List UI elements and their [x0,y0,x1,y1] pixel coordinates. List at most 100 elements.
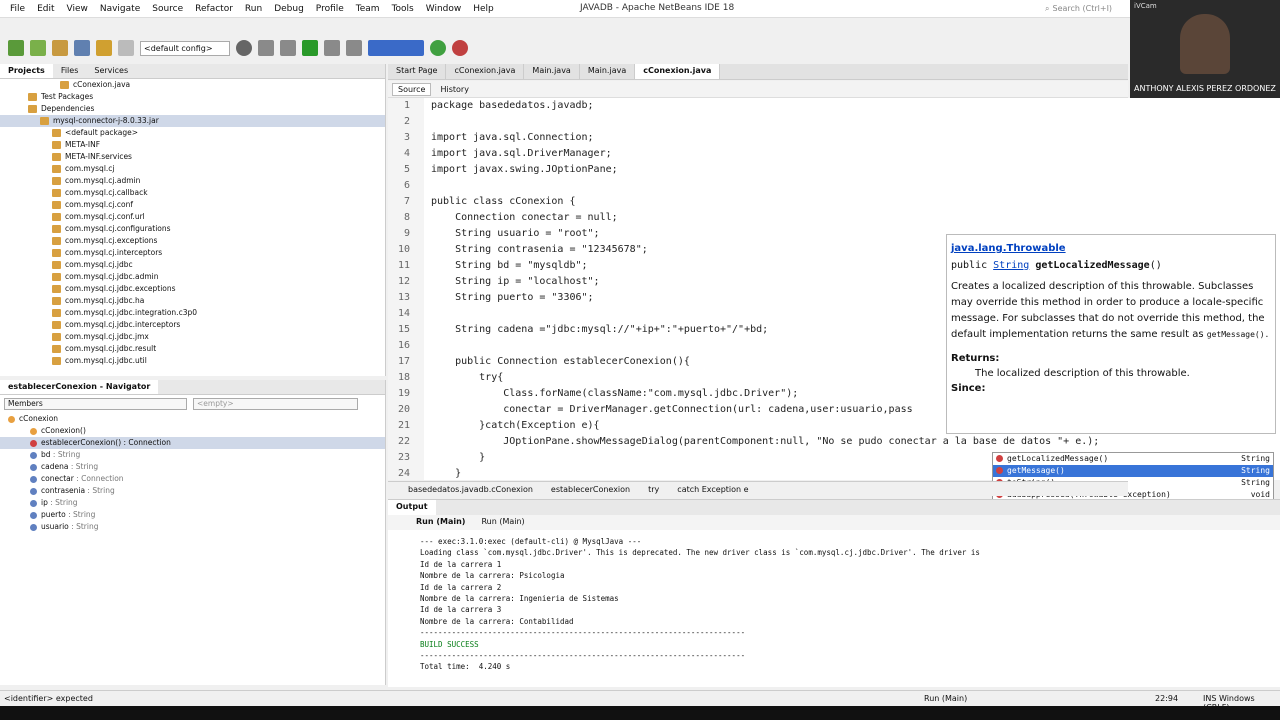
navigator-item[interactable]: cConexion [0,413,385,425]
globe-icon[interactable] [236,40,252,56]
navigator-item[interactable]: cadena : String [0,461,385,473]
breadcrumb-item[interactable]: establecerConexion [551,485,630,494]
run-icon[interactable] [302,40,318,56]
navigator-item[interactable]: usuario : String [0,521,385,533]
new-project-icon[interactable] [8,40,24,56]
tree-item[interactable]: Dependencies [0,103,385,115]
tree-item[interactable]: com.mysql.cj.callback [0,187,385,199]
breadcrumb-item[interactable]: catch Exception e [677,485,748,494]
tree-item[interactable]: com.mysql.cj.jdbc.integration.c3p0 [0,307,385,319]
output-title[interactable]: Output [388,500,436,515]
navigator-item[interactable]: puerto : String [0,509,385,521]
memory-indicator[interactable] [368,40,424,56]
navigator-item[interactable]: ip : String [0,497,385,509]
tree-item[interactable]: com.mysql.cj.conf.url [0,211,385,223]
tree-item[interactable]: com.mysql.cj.interceptors [0,247,385,259]
editor-tab[interactable]: cConexion.java [446,64,525,79]
output-line: ----------------------------------------… [420,628,746,638]
tab-services[interactable]: Services [86,64,136,78]
line-number: 24 [397,468,410,479]
navigator-item[interactable]: establecerConexion() : Connection [0,437,385,449]
tree-item[interactable]: mysql-connector-j-8.0.33.jar [0,115,385,127]
tab-projects[interactable]: Projects [0,64,53,78]
menu-item-tools[interactable]: Tools [386,4,420,14]
history-tab[interactable]: History [435,84,473,95]
menu-item-team[interactable]: Team [350,4,386,14]
menu-item-source[interactable]: Source [146,4,189,14]
breadcrumb-item[interactable]: basededatos.javadb.cConexion [408,485,533,494]
tree-item[interactable]: com.mysql.cj.jdbc.result [0,343,385,355]
debug-icon[interactable] [324,40,340,56]
save-icon[interactable] [74,40,90,56]
package-icon [52,129,61,137]
tree-item[interactable]: com.mysql.cj.jdbc.interceptors [0,319,385,331]
menu-item-debug[interactable]: Debug [268,4,310,14]
new-file-icon[interactable] [30,40,46,56]
tree-item-label: com.mysql.cj.jdbc.admin [65,272,159,281]
package-icon [60,81,69,89]
gc-icon[interactable] [430,40,446,56]
package-icon [52,177,61,185]
build-icon[interactable] [258,40,274,56]
editor-tab[interactable]: cConexion.java [635,64,721,79]
tree-item[interactable]: com.mysql.cj [0,163,385,175]
tree-item[interactable]: Test Packages [0,91,385,103]
profile-icon[interactable] [346,40,362,56]
tree-item[interactable]: com.mysql.cj.jdbc.util [0,355,385,367]
menu-item-help[interactable]: Help [467,4,500,14]
tree-item[interactable]: com.mysql.cj.jdbc.ha [0,295,385,307]
breadcrumb-item[interactable]: try [648,485,659,494]
completion-item[interactable]: getLocalizedMessage() String [993,453,1273,465]
output-tab[interactable]: Run (Main) [408,515,473,530]
clean-build-icon[interactable] [280,40,296,56]
navigator-item[interactable]: conectar : Connection [0,473,385,485]
search-input[interactable]: ⌕ Search (Ctrl+I) [1045,1,1125,16]
projects-tabs: Projects Files Services [0,64,385,79]
open-project-icon[interactable] [52,40,68,56]
config-select[interactable]: <default config> [140,40,230,56]
tree-item[interactable]: com.mysql.cj.conf [0,199,385,211]
output-tab[interactable]: Run (Main) [473,515,532,530]
undo-icon[interactable] [96,40,112,56]
navigator-item[interactable]: contrasenia : String [0,485,385,497]
tree-item[interactable]: com.mysql.cj.jdbc.exceptions [0,283,385,295]
navigator-empty-select[interactable]: <empty> [193,398,358,410]
redo-icon[interactable] [118,40,134,56]
tree-item[interactable]: com.mysql.cj.jdbc.jmx [0,331,385,343]
tab-files[interactable]: Files [53,64,87,78]
tree-item[interactable]: META-INF [0,139,385,151]
tree-item[interactable]: META-INF.services [0,151,385,163]
navigator-item[interactable]: bd : String [0,449,385,461]
menu-item-navigate[interactable]: Navigate [94,4,146,14]
menu-item-file[interactable]: File [4,4,31,14]
member-type: : String [68,462,99,471]
completion-item[interactable]: getMessage() String [993,465,1273,477]
menu-item-view[interactable]: View [61,4,94,14]
navigator-filter[interactable]: Members [4,398,187,410]
editor-tab[interactable]: Main.java [580,64,636,79]
stop-icon[interactable] [452,40,468,56]
tree-item[interactable]: cConexion.java [0,79,385,91]
tree-item[interactable]: com.mysql.cj.admin [0,175,385,187]
navigator-panel: establecerConexion - Navigator Members <… [0,380,386,685]
menu-item-edit[interactable]: Edit [31,4,60,14]
tree-item[interactable]: <default package> [0,127,385,139]
editor-tab[interactable]: Main.java [524,64,580,79]
tree-item[interactable]: com.mysql.cj.exceptions [0,235,385,247]
source-tab[interactable]: Source [392,82,432,96]
member-icon [30,427,37,435]
member-name: bd [41,450,51,459]
editor-tab[interactable]: Start Page [388,64,447,79]
javadoc-returns-text: The localized description of this throwa… [975,368,1190,379]
navigator-item[interactable]: cConexion() [0,425,385,437]
tree-item-label: com.mysql.cj.jdbc.exceptions [65,284,176,293]
menu-item-profile[interactable]: Profile [310,4,350,14]
tree-item[interactable]: com.mysql.cj.configurations [0,223,385,235]
menu-item-refactor[interactable]: Refactor [189,4,239,14]
tree-item[interactable]: com.mysql.cj.jdbc [0,259,385,271]
menu-item-run[interactable]: Run [239,4,268,14]
tree-item[interactable]: com.mysql.cj.jdbc.admin [0,271,385,283]
menu-item-window[interactable]: Window [420,4,468,14]
member-name: ip [41,498,48,507]
javadoc-class[interactable]: java.lang.Throwable [951,243,1271,254]
